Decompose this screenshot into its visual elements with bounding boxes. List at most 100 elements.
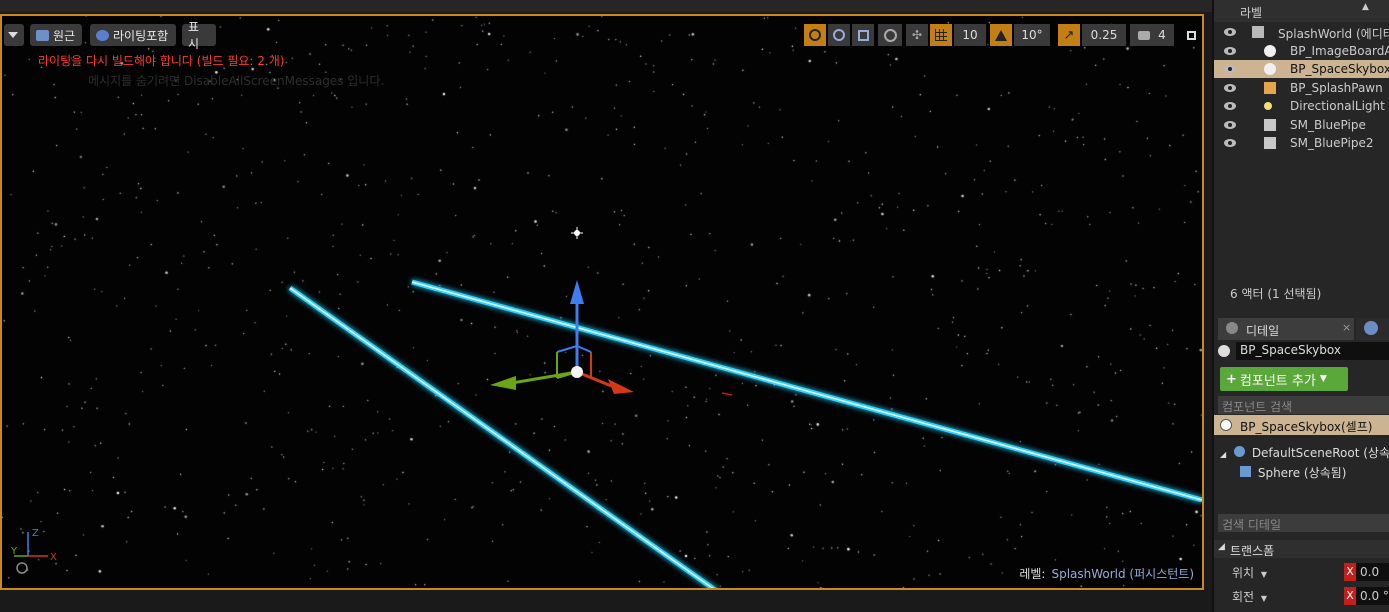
scale-snap-value[interactable]: 0.25 bbox=[1082, 24, 1126, 46]
visibility-eye-icon[interactable] bbox=[1224, 102, 1236, 110]
sort-arrow-icon: ▲ bbox=[1362, 2, 1369, 12]
right-sidebar: 라벨 ▲ SplashWorld (에디터) BP_ImageBoardActor… bbox=[1212, 0, 1389, 612]
outliner-row[interactable]: BP_SpaceSkybox bbox=[1214, 60, 1389, 78]
directional-light-sprite[interactable] bbox=[571, 227, 583, 239]
rotation-snap-value[interactable]: 10° bbox=[1014, 24, 1050, 46]
outliner-footer: 6 액터 (1 선택됨) bbox=[1230, 287, 1322, 301]
visibility-eye-icon[interactable] bbox=[1224, 83, 1236, 92]
scale-icon bbox=[857, 29, 869, 41]
outliner-row-label: BP_SpaceSkybox bbox=[1290, 62, 1389, 76]
tree-expand-icon: ◢ bbox=[1220, 450, 1227, 459]
world-icon bbox=[1252, 26, 1264, 38]
move-icon bbox=[809, 29, 821, 41]
blueprint-sphere-icon bbox=[1264, 63, 1276, 75]
actor-name-field[interactable]: BP_SpaceSkybox bbox=[1236, 342, 1389, 360]
visibility-eye-icon[interactable] bbox=[1224, 46, 1236, 55]
perspective-label: 원근 bbox=[53, 28, 76, 43]
location-label-text: 위치 bbox=[1232, 566, 1255, 580]
level-viewport[interactable]: 원근 라이팅포함 표시 ✣ 10 10° ↗ 0.25 4 라이팅을 다시 빌드… bbox=[0, 14, 1204, 590]
details-tab[interactable]: 디테일 × bbox=[1218, 318, 1354, 340]
grid-snap-value[interactable]: 10 bbox=[954, 24, 986, 46]
outliner-row-label: SM_BluePipe2 bbox=[1290, 136, 1374, 150]
perspective-button[interactable]: 원근 bbox=[30, 24, 82, 46]
rotate-mode-button[interactable] bbox=[828, 24, 850, 46]
static-mesh-icon bbox=[1264, 137, 1276, 149]
scale-mode-button[interactable] bbox=[852, 24, 874, 46]
tree-row-default-scene-root[interactable]: ◢ DefaultSceneRoot (상속됨) bbox=[1220, 444, 1389, 461]
lit-sphere-icon bbox=[96, 29, 109, 41]
maximize-viewport-button[interactable] bbox=[1182, 24, 1200, 46]
visibility-eye-icon[interactable] bbox=[1224, 139, 1236, 147]
camera-speed-value-text: 4 bbox=[1158, 28, 1166, 42]
level-name: SplashWorld (퍼시스턴트) bbox=[1051, 567, 1194, 581]
outliner-row-label: BP_SplashPawn bbox=[1290, 80, 1383, 95]
world-globe-icon bbox=[1364, 321, 1378, 335]
rotation-snap-toggle[interactable] bbox=[990, 24, 1012, 46]
add-component-button[interactable]: + 컴포넌트 추가 ▼ bbox=[1220, 367, 1348, 391]
grid-snap-value-text: 10 bbox=[962, 28, 978, 42]
outliner-row[interactable]: BP_SplashPawn bbox=[1214, 79, 1389, 97]
transform-section-header[interactable]: ◢ 트랜스폼 bbox=[1214, 540, 1389, 558]
outliner-row[interactable]: SM_BluePipe bbox=[1214, 116, 1389, 134]
axis-indicator: Z X Y bbox=[10, 526, 58, 578]
camera-icon bbox=[1138, 30, 1151, 40]
info-icon bbox=[1226, 322, 1238, 334]
outliner-row-label: SM_BluePipe bbox=[1290, 117, 1366, 132]
self-component-row[interactable]: BP_SpaceSkybox(셀프) bbox=[1214, 415, 1389, 435]
coordinate-space-button[interactable] bbox=[878, 24, 902, 46]
outliner-header[interactable]: 라벨 ▲ bbox=[1214, 0, 1389, 22]
actor-sphere-icon bbox=[1218, 345, 1230, 357]
world-settings-tab[interactable] bbox=[1356, 318, 1389, 340]
outliner-row[interactable]: SM_BluePipe2 bbox=[1214, 134, 1389, 152]
disable-messages-hint: 메시지를 숨기려면 DisableAllScreenMessages 입니다. bbox=[88, 74, 385, 88]
location-label[interactable]: 위치 ▼ bbox=[1232, 564, 1267, 581]
close-tab-icon[interactable]: × bbox=[1342, 321, 1351, 334]
mesh-component-icon bbox=[1240, 466, 1251, 477]
scale-snap-toggle[interactable]: ↗ bbox=[1058, 24, 1080, 46]
show-label: 표시 bbox=[188, 20, 200, 51]
scene-root-icon bbox=[1233, 446, 1245, 457]
tree-row-sphere[interactable]: Sphere (상속됨) bbox=[1240, 464, 1346, 481]
rotation-label[interactable]: 회전 ▼ bbox=[1232, 588, 1267, 605]
translate-mode-button[interactable] bbox=[804, 24, 826, 46]
details-search-input[interactable]: 검색 디테일 bbox=[1218, 514, 1389, 532]
rotate-icon bbox=[833, 29, 845, 41]
grid-snap-toggle[interactable] bbox=[930, 24, 952, 46]
blueprint-sphere-icon bbox=[1264, 44, 1276, 57]
scene-overlay bbox=[288, 227, 1202, 588]
lighting-rebuild-warning: 라이팅을 다시 빌드해야 합니다 (빌드 필요: 2 개) bbox=[38, 54, 285, 68]
axis-x-label: X bbox=[50, 552, 57, 563]
surface-snap-button[interactable]: ✣ bbox=[906, 24, 928, 46]
tree-row-label: Sphere (상속됨) bbox=[1257, 466, 1347, 480]
rotation-label-text: 회전 bbox=[1232, 590, 1255, 604]
globe-icon bbox=[883, 28, 897, 42]
visibility-eye-icon[interactable] bbox=[1224, 65, 1236, 73]
component-search-input[interactable]: 컴포넌트 검색 bbox=[1218, 396, 1389, 414]
outliner-row[interactable]: SplashWorld (에디터) bbox=[1214, 23, 1389, 41]
outliner-row[interactable]: DirectionalLight bbox=[1214, 97, 1389, 115]
rotation-x-value: 0.0 ° bbox=[1360, 589, 1389, 603]
visibility-eye-icon[interactable] bbox=[1224, 28, 1236, 36]
show-button[interactable]: 표시 bbox=[182, 20, 216, 51]
view-mode-button[interactable]: 라이팅포함 bbox=[90, 24, 176, 46]
scale-snap-value-text: 0.25 bbox=[1090, 28, 1118, 42]
viewport-options-button[interactable] bbox=[4, 24, 24, 46]
rotation-x-field[interactable]: X 0.0 ° bbox=[1344, 587, 1389, 605]
dropdown-arrow-icon: ▼ bbox=[1319, 374, 1327, 384]
self-component-label: BP_SpaceSkybox(셀프) bbox=[1240, 420, 1373, 434]
plus-icon: + bbox=[1226, 371, 1237, 387]
location-x-field[interactable]: X 0.0 bbox=[1344, 563, 1389, 581]
directional-light-icon bbox=[1264, 102, 1272, 110]
visibility-eye-icon[interactable] bbox=[1224, 120, 1236, 129]
perspective-cube-icon bbox=[36, 29, 49, 41]
axis-y-label: Y bbox=[10, 546, 18, 557]
chevron-down-icon bbox=[8, 32, 18, 38]
transform-section-label: 트랜스폼 bbox=[1230, 544, 1275, 558]
tree-row-label: DefaultSceneRoot (상속됨) bbox=[1251, 446, 1389, 460]
outliner-row[interactable]: BP_ImageBoardActor bbox=[1214, 42, 1389, 60]
camera-speed-button[interactable]: 4 bbox=[1130, 24, 1174, 46]
angle-icon bbox=[995, 29, 1007, 41]
collapse-arrow-icon: ◢ bbox=[1218, 542, 1225, 552]
surface-snap-icon: ✣ bbox=[911, 28, 923, 42]
chevron-down-icon: ▼ bbox=[1260, 594, 1268, 603]
